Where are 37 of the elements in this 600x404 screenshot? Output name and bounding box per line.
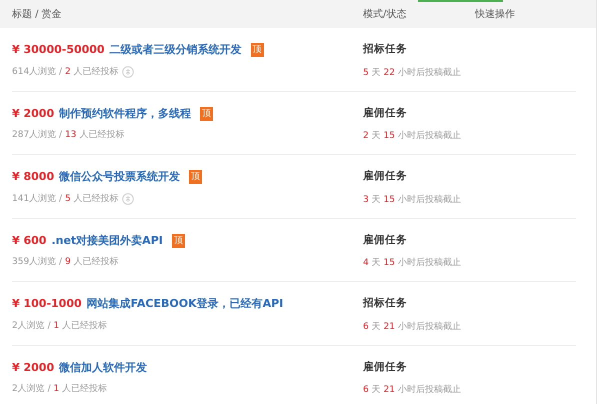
task-mode: 雇佣任务 [363,232,408,248]
task-mode: 雇佣任务 [363,169,408,184]
top-badge: 顶 [250,43,264,58]
column-header: 模式/状态 [363,8,408,22]
task-title-link[interactable]: 微信公众号投票系统开发 [59,169,180,186]
deadline-text: 6 天 21 小时后投稿截止 [363,320,461,334]
task-stats: 2人浏览 / 1 人已经投标 [12,320,108,332]
task-mode: 招标任务 [363,42,408,57]
task-mode: 招标任务 [363,296,408,311]
deadline-text: 3 天 15 小时后投稿截止 [363,194,461,207]
task-title-link[interactable]: 微信加人软件开发 [59,360,148,376]
task-mode: 雇佣任务 [363,360,408,374]
task-stats: 614人浏览 / 2 人已经投标 [12,66,119,78]
task-stats: 287人浏览 / 13 人已经投标 [12,129,124,142]
price-text: ¥ 100-1000 [12,296,82,312]
task-stats: 359人浏览 / 9 人已经投标 [12,256,119,269]
task-title-link[interactable]: 网站集成FACEBOOK登录，已经有API [86,296,284,312]
task-title-link[interactable]: 制作预约软件程序，多线程 [59,106,192,122]
price-text: ¥ 2000 [12,106,54,122]
deadline-text: 2 天 15 小时后投稿截止 [363,130,461,144]
price-text: ¥ 2000 [12,360,54,376]
top-badge: 顶 [189,170,202,184]
price-text: ¥ 8000 [12,169,54,185]
task-stats: 141人浏览 / 5 人已经投标 [12,192,119,206]
deadline-text: 5 天 22 小时后投稿截止 [363,66,461,80]
task-title-link[interactable]: 二级或者三级分销系统开发 [110,42,242,58]
deadline-text: 6 天 21 小时后投稿截止 [363,384,461,398]
top-badge: 顶 [172,234,185,248]
deadline-text: 4 天 15 小时后投稿截止 [363,257,461,270]
task-mode: 雇佣任务 [363,106,408,120]
price-text: ¥ 600 [12,232,46,248]
column-header: 标题 / 赏金 [11,8,63,22]
top-badge: 顶 [200,106,214,121]
price-text: ¥ 30000-50000 [12,42,105,58]
column-header: 快速操作 [475,8,515,22]
task-stats: 2人浏览 / 1 人已经投标 [12,383,108,396]
task-title-link[interactable]: .net对接美团外卖API [51,232,163,249]
